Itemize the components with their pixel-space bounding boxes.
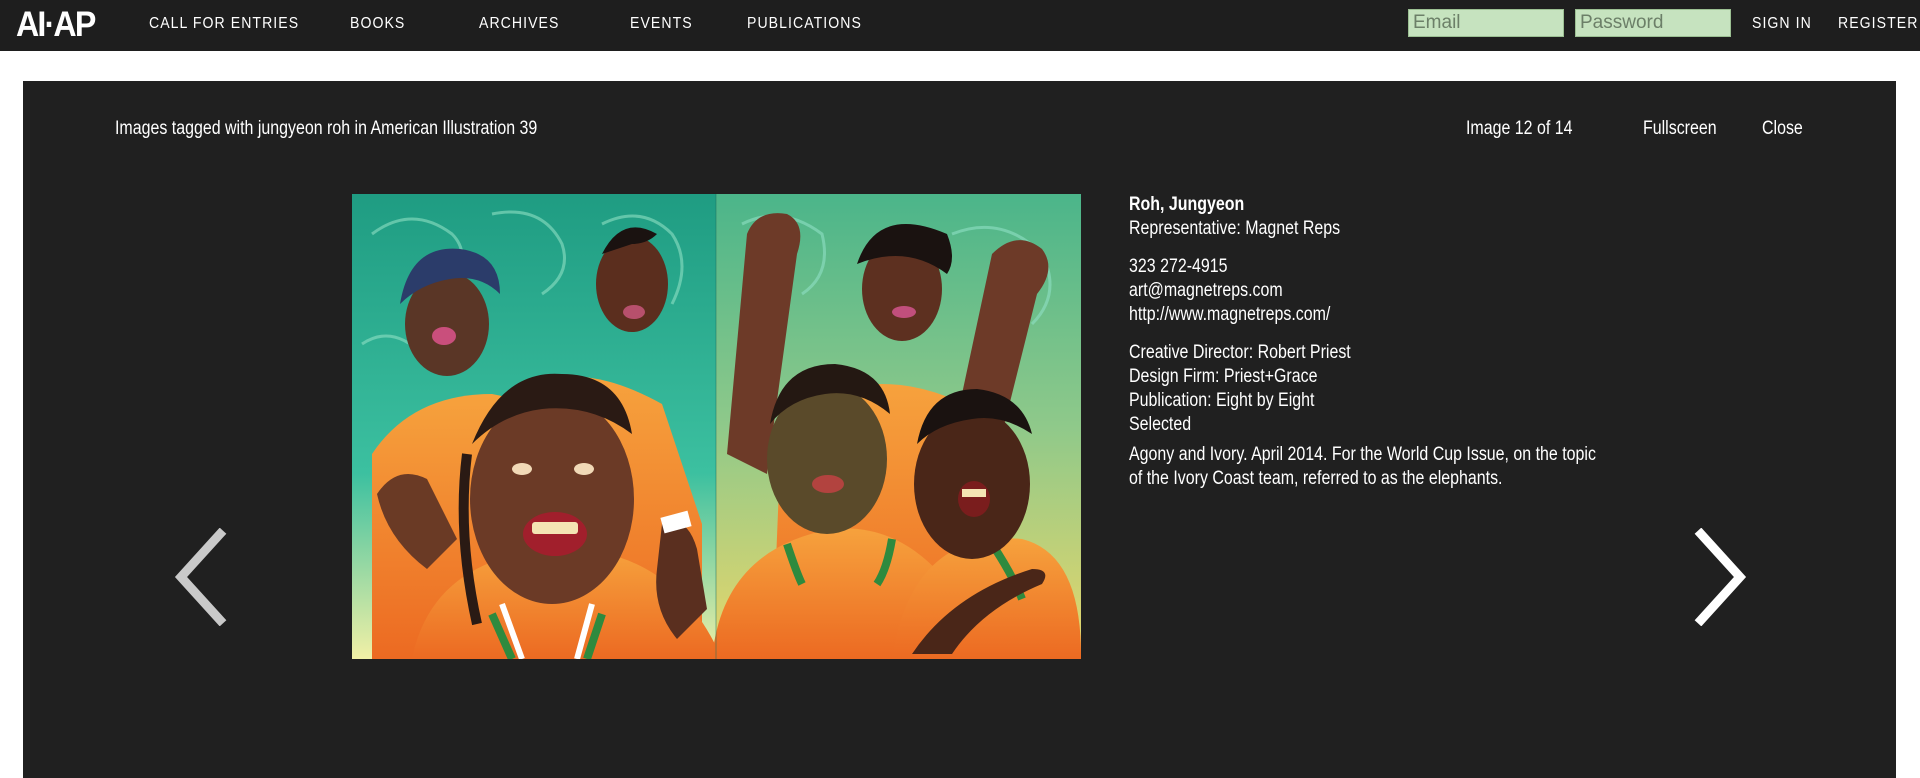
design-firm: Design Firm: Priest+Grace — [1129, 366, 1318, 387]
next-image-button[interactable] — [1693, 527, 1748, 627]
nav-publications[interactable]: PUBLICATIONS — [747, 14, 862, 34]
nav-call-for-entries[interactable]: CALL FOR ENTRIES — [149, 14, 299, 34]
close-button[interactable]: Close — [1762, 118, 1803, 140]
ivory-coast-team-illustration — [352, 194, 1081, 659]
lightbox-panel: Images tagged with jungyeon roh in Ameri… — [23, 81, 1896, 778]
previous-image-button[interactable] — [173, 527, 228, 627]
email-field[interactable] — [1408, 9, 1564, 37]
nav-books[interactable]: BOOKS — [350, 14, 405, 34]
sign-in-link[interactable]: SIGN IN — [1752, 14, 1812, 34]
website-link[interactable]: http://www.magnetreps.com/ — [1129, 303, 1532, 327]
image-description: Agony and Ivory. April 2014. For the Wor… — [1129, 444, 1596, 489]
register-link[interactable]: REGISTER — [1838, 14, 1918, 34]
publication: Publication: Eight by Eight — [1129, 390, 1315, 411]
nav-archives[interactable]: ARCHIVES — [479, 14, 559, 34]
fullscreen-button[interactable]: Fullscreen — [1643, 118, 1717, 140]
site-logo[interactable]: AI·AP — [16, 6, 96, 44]
top-nav-bar: AI·AP CALL FOR ENTRIES BOOKS ARCHIVES EV… — [0, 0, 1920, 51]
status-label: Selected — [1129, 414, 1192, 435]
image-counter: Image 12 of 14 — [1466, 118, 1573, 139]
representative: Representative: Magnet Reps — [1129, 218, 1341, 239]
phone-number: 323 272-4915 — [1129, 256, 1228, 277]
chevron-left-icon — [174, 527, 227, 627]
illustration-image[interactable] — [352, 194, 1081, 659]
artist-name[interactable]: Roh, Jungyeon — [1129, 193, 1532, 217]
lightbox-title: Images tagged with jungyeon roh in Ameri… — [115, 118, 538, 139]
chevron-right-icon — [1694, 527, 1747, 627]
image-info: Roh, Jungyeon Representative: Magnet Rep… — [1129, 193, 1609, 491]
nav-events[interactable]: EVENTS — [630, 14, 693, 34]
email-link[interactable]: art@magnetreps.com — [1129, 279, 1532, 303]
password-field[interactable] — [1575, 9, 1731, 37]
creative-director: Creative Director: Robert Priest — [1129, 342, 1351, 363]
